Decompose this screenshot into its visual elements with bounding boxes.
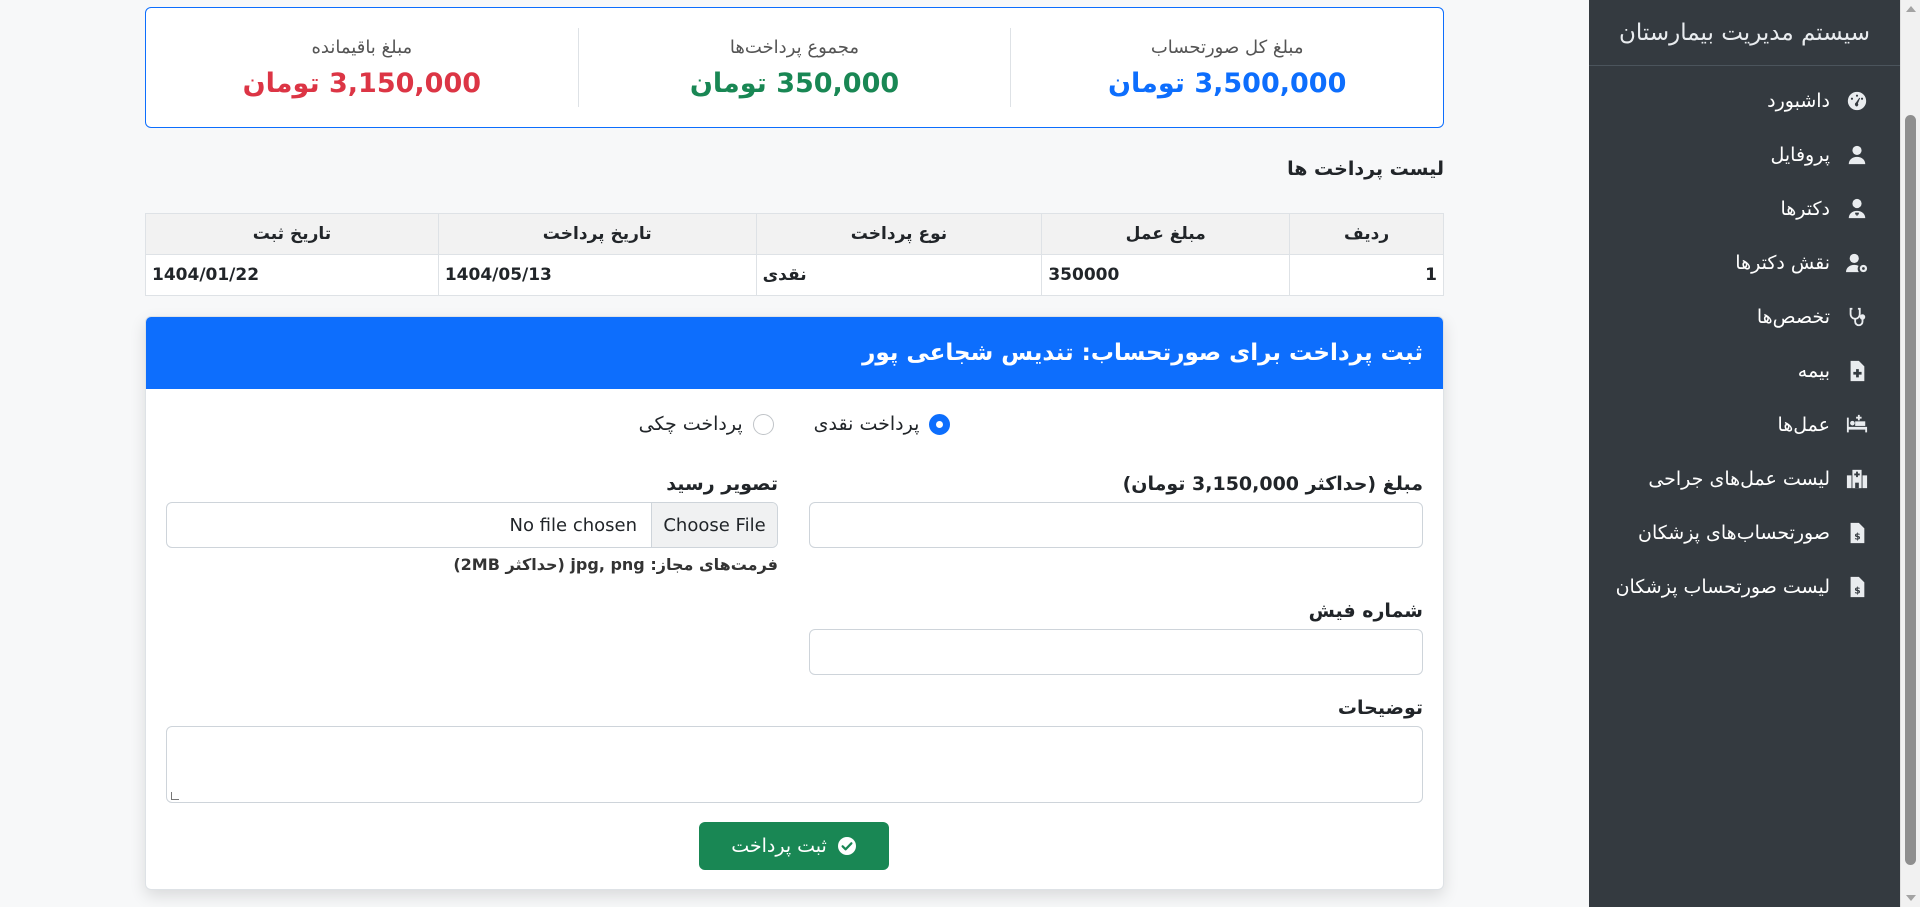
doctor-icon	[1844, 196, 1870, 222]
invoice-dollar-icon: $	[1844, 574, 1870, 600]
scroll-up-arrow-icon[interactable]	[1906, 6, 1916, 12]
sidebar-item-procedures[interactable]: عمل‌ها	[1589, 398, 1900, 452]
sidebar-item-label: نقش دکترها	[1735, 252, 1830, 274]
receipt-file-input[interactable]: Choose File No file chosen	[166, 502, 778, 548]
summary-total-value: 3,500,000 تومان	[1107, 67, 1347, 99]
hospital-icon	[1844, 466, 1870, 492]
sidebar-item-profile[interactable]: پروفایل	[1589, 128, 1900, 182]
radio-cash-payment[interactable]: پرداخت نقدی	[814, 413, 951, 435]
summary-remaining: مبلغ باقیمانده 3,150,000 تومان	[146, 28, 579, 107]
summary-paid-value: 350,000 تومان	[689, 67, 900, 99]
sidebar-item-insurance[interactable]: بیمه	[1589, 344, 1900, 398]
summary-total-label: مبلغ کل صورتحساب	[1150, 36, 1304, 58]
payments-table: ردیف مبلغ عمل نوع پرداخت تاریخ پرداخت تا…	[145, 213, 1444, 296]
radio-check-label: پرداخت چکی	[638, 413, 743, 435]
summary-paid-label: مجموع پرداخت‌ها	[729, 36, 860, 58]
sidebar-item-label: لیست عمل‌های جراحی	[1648, 468, 1830, 490]
sidebar-title: سیستم مدیریت بیمارستان	[1589, 0, 1900, 66]
file-format-hint: فرمت‌های مجاز: jpg, png (حداکثر 2MB)	[453, 555, 778, 574]
amount-label: مبلغ (حداکثر 3,150,000 تومان)	[1122, 473, 1423, 495]
summary-paid: مجموع پرداخت‌ها 350,000 تومان	[579, 28, 1012, 107]
notes-textarea[interactable]	[166, 726, 1423, 803]
user-gear-icon	[1844, 250, 1870, 276]
sidebar-item-doctors[interactable]: دکترها	[1589, 182, 1900, 236]
sidebar-menu: داشبورد پروفایل دکترها نقش دکترها تخصص‌ه…	[1589, 66, 1900, 614]
table-cell: 1	[1289, 254, 1444, 296]
svg-text:$: $	[1854, 531, 1860, 542]
sidebar-item-label: دکترها	[1780, 198, 1830, 220]
radio-cash-label: پرداخت نقدی	[813, 413, 920, 435]
sidebar-item-label: عمل‌ها	[1777, 414, 1830, 436]
file-medical-icon	[1844, 358, 1870, 384]
payment-type-radios: پرداخت نقدی پرداخت چکی	[146, 413, 1443, 435]
sidebar-item-doctor-invoices[interactable]: $ صورتحساب‌های پزشکان	[1589, 506, 1900, 560]
slip-number-label: شماره فیش	[1308, 600, 1423, 622]
radio-check-payment[interactable]: پرداخت چکی	[639, 413, 774, 435]
scroll-down-arrow-icon[interactable]	[1906, 895, 1916, 901]
notes-label: توضیحات	[1337, 697, 1423, 719]
summary-remaining-label: مبلغ باقیمانده	[311, 36, 413, 58]
receipt-image-label: تصویر رسید	[666, 473, 778, 495]
table-cell: 1404/05/13	[437, 254, 757, 296]
sidebar-item-surgery-list[interactable]: لیست عمل‌های جراحی	[1589, 452, 1900, 506]
sidebar-item-specialties[interactable]: تخصص‌ها	[1589, 290, 1900, 344]
svg-text:$: $	[1854, 585, 1860, 596]
summary-total: مبلغ کل صورتحساب 3,500,000 تومان	[1011, 8, 1443, 127]
amount-input[interactable]	[809, 502, 1423, 548]
file-status-text: No file chosen	[509, 514, 637, 536]
choose-file-button[interactable]: Choose File	[651, 503, 777, 547]
stethoscope-icon	[1844, 304, 1870, 330]
scrollbar-thumb[interactable]	[1905, 115, 1916, 865]
column-header: تاریخ ثبت	[145, 213, 439, 255]
radio-checked-icon[interactable]	[929, 413, 951, 435]
submit-payment-label: ثبت پرداخت	[731, 835, 827, 857]
page-scrollbar[interactable]	[1900, 0, 1920, 907]
sidebar-item-label: تخصص‌ها	[1756, 306, 1830, 328]
sidebar-item-label: پروفایل	[1770, 144, 1831, 166]
resize-grip-icon[interactable]	[171, 792, 179, 800]
table-cell: نقدی	[755, 254, 1043, 296]
table-row: 1 350000 نقدی 1404/05/13 1404/01/22	[145, 254, 1444, 296]
payment-form-header: ثبت پرداخت برای صورتحساب: تندیس شجاعی پو…	[146, 317, 1443, 389]
payment-form-card: ثبت پرداخت برای صورتحساب: تندیس شجاعی پو…	[145, 316, 1444, 890]
table-cell: 1404/01/22	[145, 254, 439, 296]
sidebar-item-label: بیمه	[1797, 360, 1830, 382]
sidebar-item-doctor-roles[interactable]: نقش دکترها	[1589, 236, 1900, 290]
slip-number-input[interactable]	[809, 629, 1423, 675]
procedures-icon	[1844, 412, 1870, 438]
submit-payment-button[interactable]: ثبت پرداخت	[699, 822, 889, 870]
column-header: مبلغ عمل	[1041, 213, 1291, 255]
sidebar-item-dashboard[interactable]: داشبورد	[1589, 74, 1900, 128]
column-header: نوع پرداخت	[755, 213, 1043, 255]
payments-list-title: لیست پرداخت ها	[1287, 158, 1444, 180]
sidebar-item-label: لیست صورتحساب پزشکان	[1615, 576, 1830, 598]
invoice-dollar-icon: $	[1844, 520, 1870, 546]
sidebar-item-label: داشبورد	[1767, 90, 1830, 112]
gauge-icon	[1844, 88, 1870, 114]
column-header: ردیف	[1289, 213, 1444, 255]
check-circle-icon	[837, 837, 856, 855]
sidebar: سیستم مدیریت بیمارستان داشبورد پروفایل د…	[1589, 0, 1900, 907]
sidebar-item-label: صورتحساب‌های پزشکان	[1638, 522, 1830, 544]
invoice-summary-card: مبلغ کل صورتحساب 3,500,000 تومان مجموع پ…	[145, 7, 1444, 128]
sidebar-item-doctor-invoice-list[interactable]: $ لیست صورتحساب پزشکان	[1589, 560, 1900, 614]
table-header-row: ردیف مبلغ عمل نوع پرداخت تاریخ پرداخت تا…	[145, 213, 1444, 255]
table-cell: 350000	[1041, 254, 1291, 296]
radio-unchecked-icon[interactable]	[752, 413, 774, 435]
column-header: تاریخ پرداخت	[437, 213, 757, 255]
user-icon	[1844, 142, 1870, 168]
summary-remaining-value: 3,150,000 تومان	[242, 67, 482, 99]
